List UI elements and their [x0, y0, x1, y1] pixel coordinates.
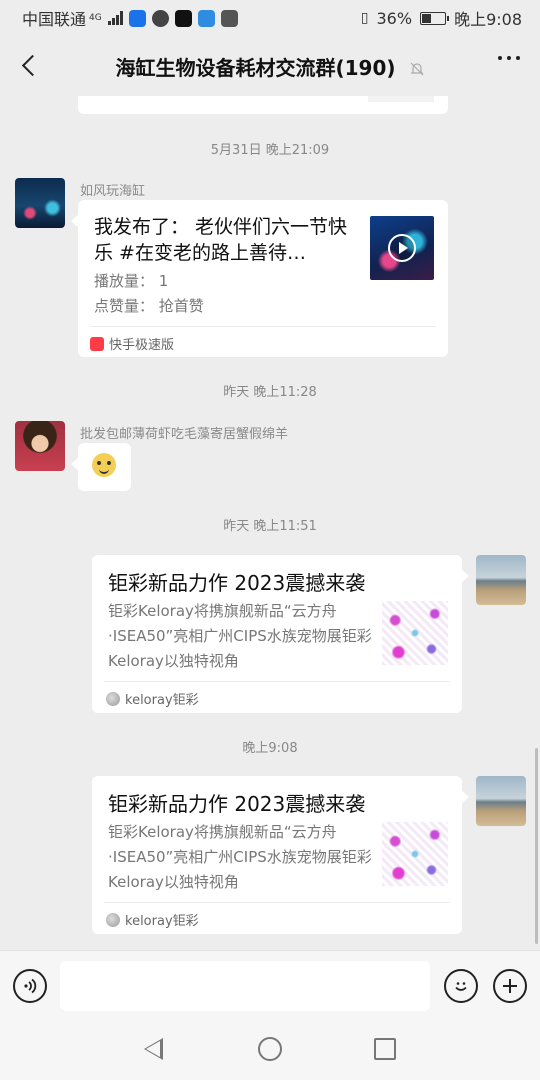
- card-description: 钜彩Keloray将携旗舰新品“云方舟·ISEA50”亮相广州CIPS水族宠物展…: [108, 823, 372, 891]
- chat-title: 海缸生物设备耗材交流群(190): [60, 52, 480, 81]
- previous-card-sliver: [368, 96, 434, 102]
- system-nav-bar: [0, 1020, 540, 1080]
- timestamp: 5月31日 晚上21:09: [210, 143, 330, 158]
- card-description: 钜彩Keloray将携旗舰新品“云方舟·ISEA50”亮相广州CIPS水族宠物展…: [108, 602, 372, 670]
- card-source: 快手极速版: [90, 334, 174, 353]
- source-label: keloray钜彩: [125, 693, 199, 708]
- card-divider: [104, 681, 450, 682]
- chrome-icon: [151, 9, 169, 27]
- nav-recent-icon[interactable]: [374, 1038, 396, 1060]
- my-avatar[interactable]: [476, 776, 526, 826]
- sticker-message[interactable]: [71, 443, 131, 491]
- message-input[interactable]: [60, 961, 430, 1011]
- nav-back-icon[interactable]: [144, 1038, 163, 1060]
- avatar[interactable]: [15, 178, 65, 228]
- card-source: keloray钜彩: [106, 689, 199, 708]
- card-title: 我发布了： 老伙伴们六一节快乐 #在变老的路上善待…: [94, 216, 348, 264]
- group-name: 海缸生物设备耗材交流群(190): [115, 55, 396, 80]
- play-icon: [388, 234, 416, 262]
- kuaishou-icon: [90, 336, 104, 351]
- timestamp: 昨天 晚上11:51: [223, 519, 317, 534]
- battery-icon: [420, 11, 450, 25]
- sender-name: 如风玩海缸: [80, 184, 146, 199]
- battery-percent: 36%: [376, 8, 413, 28]
- signal-icon: [107, 11, 123, 25]
- input-bar: [0, 950, 540, 1020]
- avatar[interactable]: [15, 421, 65, 471]
- emoji-icon[interactable]: [444, 969, 478, 1003]
- keloray-logo-icon: [106, 691, 120, 706]
- carrier-label: 中国联通: [22, 10, 87, 29]
- card-divider: [90, 326, 436, 327]
- status-bar: 中国联通 4G ▯ 36% 晚上9:08: [0, 0, 540, 36]
- timestamp: 昨天 晚上11:28: [223, 385, 317, 400]
- card-source: keloray钜彩: [106, 910, 199, 929]
- cloud-icon: [197, 9, 215, 27]
- vibrate-icon: ▯: [360, 10, 369, 26]
- doge-sticker-icon: [92, 453, 116, 477]
- video-thumbnail: [370, 216, 434, 280]
- plus-icon[interactable]: [493, 969, 527, 1003]
- nav-home-icon[interactable]: [258, 1037, 282, 1061]
- article-share-card[interactable]: 钜彩新品力作 2023震撼来袭 钜彩Keloray将携旗舰新品“云方舟·ISEA…: [92, 555, 469, 713]
- article-thumbnail: [382, 822, 448, 886]
- timestamp: 晚上9:08: [242, 741, 298, 756]
- article-thumbnail: [382, 601, 448, 665]
- chat-area[interactable]: 5月31日 晚上21:09 如风玩海缸 我发布了： 老伙伴们六一节快乐 #在变老…: [0, 96, 540, 950]
- play-count: 播放量： 1: [94, 272, 169, 290]
- source-label: 快手极速版: [109, 338, 175, 353]
- more-dots-icon[interactable]: [498, 56, 520, 60]
- previous-message-card[interactable]: [78, 96, 448, 114]
- like-count: 点赞量： 抢首赞: [94, 297, 204, 315]
- card-title: 钜彩新品力作 2023震撼来袭: [108, 571, 366, 595]
- source-label: keloray钜彩: [125, 914, 199, 929]
- my-avatar[interactable]: [476, 555, 526, 605]
- video-share-card[interactable]: 我发布了： 老伙伴们六一节快乐 #在变老的路上善待… 播放量： 1 点赞量： 抢…: [71, 200, 448, 357]
- article-share-card[interactable]: 钜彩新品力作 2023震撼来袭 钜彩Keloray将携旗舰新品“云方舟·ISEA…: [92, 776, 469, 934]
- clock: 晚上9:08: [454, 10, 522, 29]
- scrollbar[interactable]: [535, 748, 538, 944]
- mute-bell-icon: [410, 62, 423, 76]
- sender-name: 批发包邮薄荷虾吃毛藻寄居蟹假绵羊: [80, 427, 289, 442]
- back-arrow-icon[interactable]: [14, 50, 44, 80]
- tiktok-icon: [174, 9, 192, 27]
- media-icon: [220, 9, 238, 27]
- voice-icon[interactable]: [13, 969, 47, 1003]
- keloray-logo-icon: [106, 912, 120, 927]
- shield-app-icon: [128, 9, 146, 27]
- title-bar: 海缸生物设备耗材交流群(190): [0, 36, 540, 96]
- card-title: 钜彩新品力作 2023震撼来袭: [108, 792, 366, 816]
- card-divider: [104, 902, 450, 903]
- network-label: 4G: [89, 12, 102, 23]
